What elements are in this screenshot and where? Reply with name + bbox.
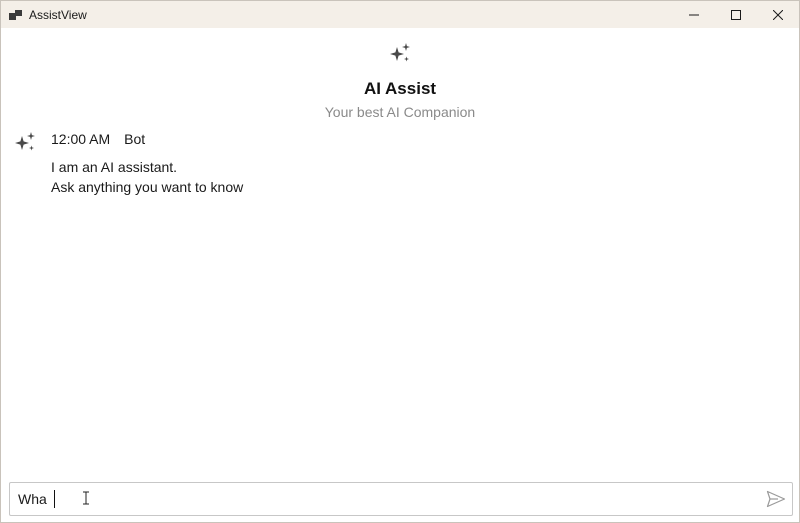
maximize-button[interactable] xyxy=(715,1,757,28)
send-icon xyxy=(766,490,786,508)
close-button[interactable] xyxy=(757,1,799,28)
message-time: 12:00 AM xyxy=(51,131,111,147)
header-title: AI Assist xyxy=(363,79,437,98)
minimize-button[interactable] xyxy=(673,1,715,28)
minimize-icon xyxy=(689,14,699,15)
app-icon xyxy=(9,9,23,21)
message-text: I am an AI assistant. Ask anything you w… xyxy=(51,157,243,197)
maximize-icon xyxy=(731,9,741,20)
header-subtitle: Your best AI Companion xyxy=(324,104,476,120)
sparkle-icon xyxy=(390,43,410,62)
window-title: AssistView xyxy=(29,7,87,22)
app-window: AssistView AI Assist Your best AI Compan… xyxy=(0,0,800,523)
assist-header: AI Assist Your best AI Companion xyxy=(1,41,799,120)
title-bar[interactable]: AssistView xyxy=(1,1,799,28)
message-line: I am an AI assistant. xyxy=(51,159,178,175)
window-controls xyxy=(673,1,799,28)
ibeam-cursor-icon xyxy=(83,491,89,505)
message-meta: 12:00 AM Bot xyxy=(51,131,145,147)
close-icon xyxy=(773,9,783,20)
bot-avatar xyxy=(13,130,37,154)
message-author: Bot xyxy=(124,131,146,147)
message-line: Ask anything you want to know xyxy=(51,179,244,195)
send-button[interactable] xyxy=(766,490,786,508)
text-caret xyxy=(54,490,55,508)
sparkle-icon xyxy=(15,132,35,151)
prompt-input[interactable] xyxy=(18,483,738,515)
message-composer xyxy=(9,482,793,516)
